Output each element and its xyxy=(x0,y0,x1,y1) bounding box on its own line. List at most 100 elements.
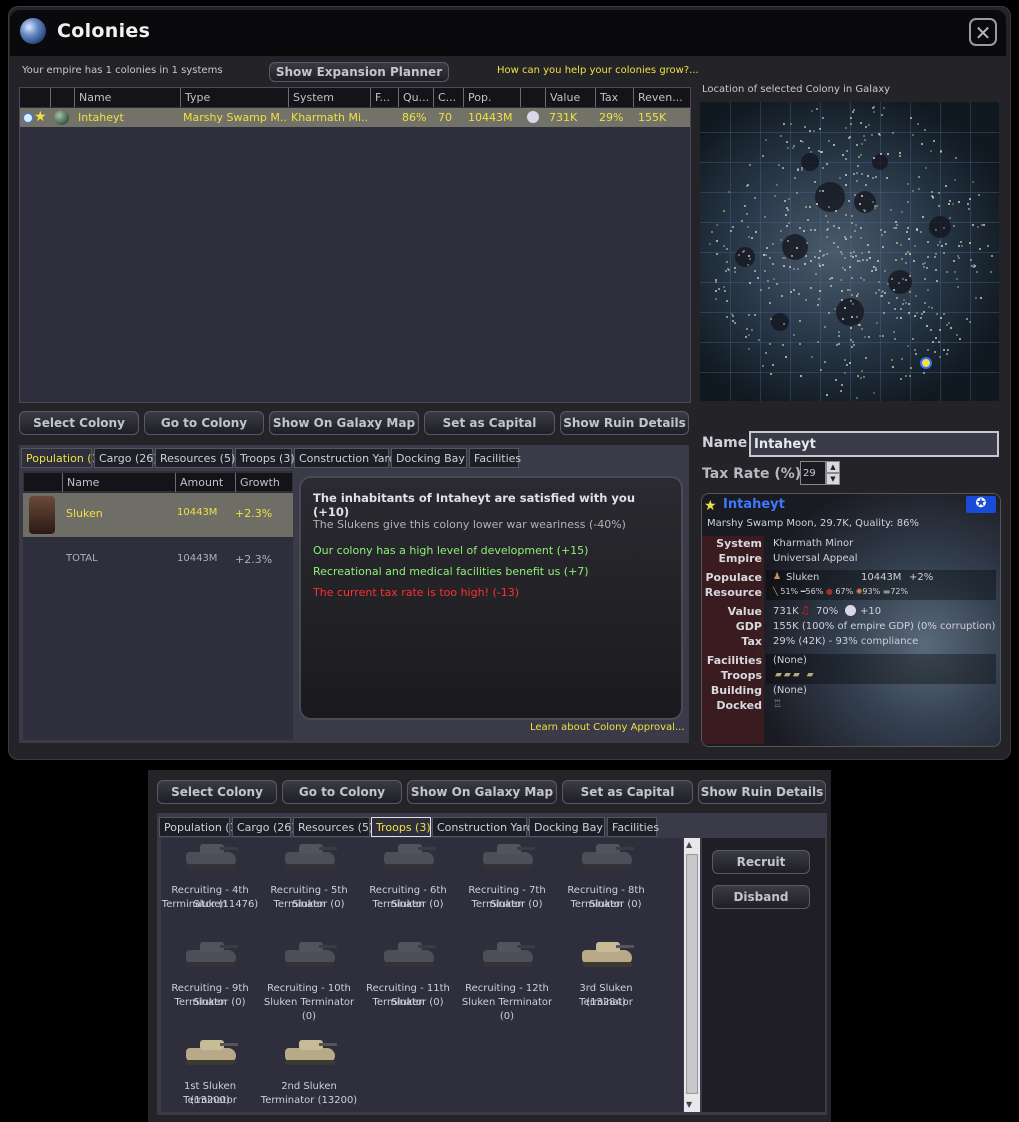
tab-docking-bay[interactable]: Docking Bay (1) xyxy=(529,817,622,837)
tab-construction-yard[interactable]: Construction Yard xyxy=(294,448,396,468)
map-star xyxy=(852,172,855,175)
capital-star-icon: ★ xyxy=(34,109,47,125)
terminator-tank-icon[interactable] xyxy=(578,938,636,968)
nebula-cloud xyxy=(771,313,789,331)
th-pop-name[interactable]: Name xyxy=(62,473,175,492)
map-star xyxy=(939,316,942,319)
th-pop[interactable]: Pop. xyxy=(463,88,520,107)
go-to-colony-button[interactable]: Go to Colony xyxy=(282,780,402,804)
troop-scrollbar[interactable]: ▲ ▼ xyxy=(684,838,700,1112)
th-type[interactable]: Type xyxy=(180,88,288,107)
scroll-down-icon[interactable]: ▼ xyxy=(686,1100,692,1109)
show-ruin-details-button[interactable]: Show Ruin Details xyxy=(698,780,826,804)
map-star xyxy=(850,326,853,329)
th-name[interactable]: Name xyxy=(74,88,180,107)
tab-troops[interactable]: Troops (3) xyxy=(371,817,431,837)
tab-population[interactable]: Population (1) xyxy=(159,817,241,837)
th-pop-amount[interactable]: Amount xyxy=(175,473,235,492)
tab-cargo[interactable]: Cargo (26) xyxy=(232,817,296,837)
tab-resources[interactable]: Resources (5) xyxy=(155,448,235,468)
terminator-tank-icon[interactable] xyxy=(281,938,339,968)
set-as-capital-button[interactable]: Set as Capital xyxy=(562,780,693,804)
tab-facilities[interactable]: Facilities xyxy=(607,817,659,837)
map-star xyxy=(745,328,748,331)
terminator-tank-icon[interactable] xyxy=(182,938,240,968)
map-star xyxy=(843,359,846,362)
select-colony-button[interactable]: Select Colony xyxy=(19,411,139,435)
th-select[interactable] xyxy=(20,88,50,107)
tab-cargo[interactable]: Cargo (26) xyxy=(94,448,158,468)
terminator-tank-icon[interactable] xyxy=(380,840,438,870)
map-star xyxy=(935,279,938,282)
th-approval[interactable] xyxy=(520,88,545,107)
terminator-tank-icon[interactable] xyxy=(479,840,537,870)
th-quality[interactable]: Qu... xyxy=(398,88,433,107)
tab-docking-bay[interactable]: Docking Bay (1) xyxy=(391,448,484,468)
go-to-colony-button[interactable]: Go to Colony xyxy=(144,411,264,435)
tab-resources[interactable]: Resources (5) xyxy=(293,817,373,837)
galaxy-map[interactable] xyxy=(700,102,999,401)
terminator-tank-icon[interactable] xyxy=(479,938,537,968)
map-star xyxy=(784,199,787,202)
th-value[interactable]: Value xyxy=(545,88,595,107)
th-icon[interactable] xyxy=(50,88,74,107)
terminator-tank-icon[interactable] xyxy=(380,938,438,968)
map-star xyxy=(772,242,775,245)
terminator-tank-icon[interactable] xyxy=(281,840,339,870)
select-colony-button[interactable]: Select Colony xyxy=(157,780,277,804)
map-star xyxy=(798,320,801,323)
set-as-capital-button[interactable]: Set as Capital xyxy=(424,411,555,435)
table-row[interactable]: ★ Intaheyt Marshy Swamp M... Kharmath Mi… xyxy=(20,108,690,127)
map-star xyxy=(708,243,711,246)
colony-name-input[interactable] xyxy=(749,431,999,457)
scroll-thumb[interactable] xyxy=(686,854,698,1094)
recruit-button[interactable]: Recruit xyxy=(712,850,810,874)
terminator-tank-icon[interactable] xyxy=(182,1036,240,1066)
map-star xyxy=(743,204,746,207)
map-star xyxy=(837,227,840,230)
scroll-up-icon[interactable]: ▲ xyxy=(686,840,692,849)
th-c[interactable]: C... xyxy=(433,88,463,107)
terminator-tank-icon[interactable] xyxy=(578,840,636,870)
map-grid-line xyxy=(910,102,911,401)
terminator-tank-icon[interactable] xyxy=(182,840,240,870)
th-tax[interactable]: Tax xyxy=(595,88,633,107)
map-star xyxy=(814,273,817,276)
info-populace-growth: +2% xyxy=(909,572,934,583)
show-ruin-details-button[interactable]: Show Ruin Details xyxy=(560,411,689,435)
tax-rate-input[interactable] xyxy=(800,461,826,485)
tab-construction-yard[interactable]: Construction Yard xyxy=(432,817,534,837)
map-star xyxy=(969,320,972,323)
tab-troops[interactable]: Troops (3) xyxy=(235,448,295,468)
th-system[interactable]: System xyxy=(288,88,370,107)
tab-population[interactable]: Population (1) xyxy=(21,448,103,468)
th-pop-growth[interactable]: Growth xyxy=(235,473,292,492)
help-link[interactable]: How can you help your colonies grow?... xyxy=(497,65,699,76)
map-star xyxy=(850,235,853,238)
map-star xyxy=(799,375,802,378)
disband-button[interactable]: Disband xyxy=(712,885,810,909)
map-star xyxy=(955,334,958,337)
close-button[interactable]: ✕ xyxy=(969,18,997,46)
map-star xyxy=(834,210,837,213)
show-expansion-planner-button[interactable]: Show Expansion Planner xyxy=(269,62,449,82)
info-populace-amount: 10443M xyxy=(861,572,902,583)
tab-facilities[interactable]: Facilities xyxy=(469,448,521,468)
map-star xyxy=(818,289,821,292)
map-star xyxy=(859,227,862,230)
approval-positive-facilities: Recreational and medical facilities bene… xyxy=(313,565,589,578)
tax-up-icon[interactable]: ▲ xyxy=(826,461,840,473)
map-star xyxy=(800,169,803,171)
map-star xyxy=(776,282,779,285)
terminator-tank-icon[interactable] xyxy=(281,1036,339,1066)
tax-down-icon[interactable]: ▼ xyxy=(826,473,840,485)
map-star xyxy=(876,260,879,263)
table-row[interactable]: Sluken 10443M +2.3% xyxy=(23,493,293,537)
learn-colony-approval-link[interactable]: Learn about Colony Approval... xyxy=(530,722,685,733)
th-pop-portrait[interactable] xyxy=(24,473,62,492)
show-on-galaxy-map-button[interactable]: Show On Galaxy Map xyxy=(407,780,557,804)
th-f[interactable]: F... xyxy=(370,88,398,107)
development-icon: ♫ xyxy=(800,604,810,617)
show-on-galaxy-map-button[interactable]: Show On Galaxy Map xyxy=(269,411,419,435)
th-revenue[interactable]: Reven... xyxy=(633,88,690,107)
